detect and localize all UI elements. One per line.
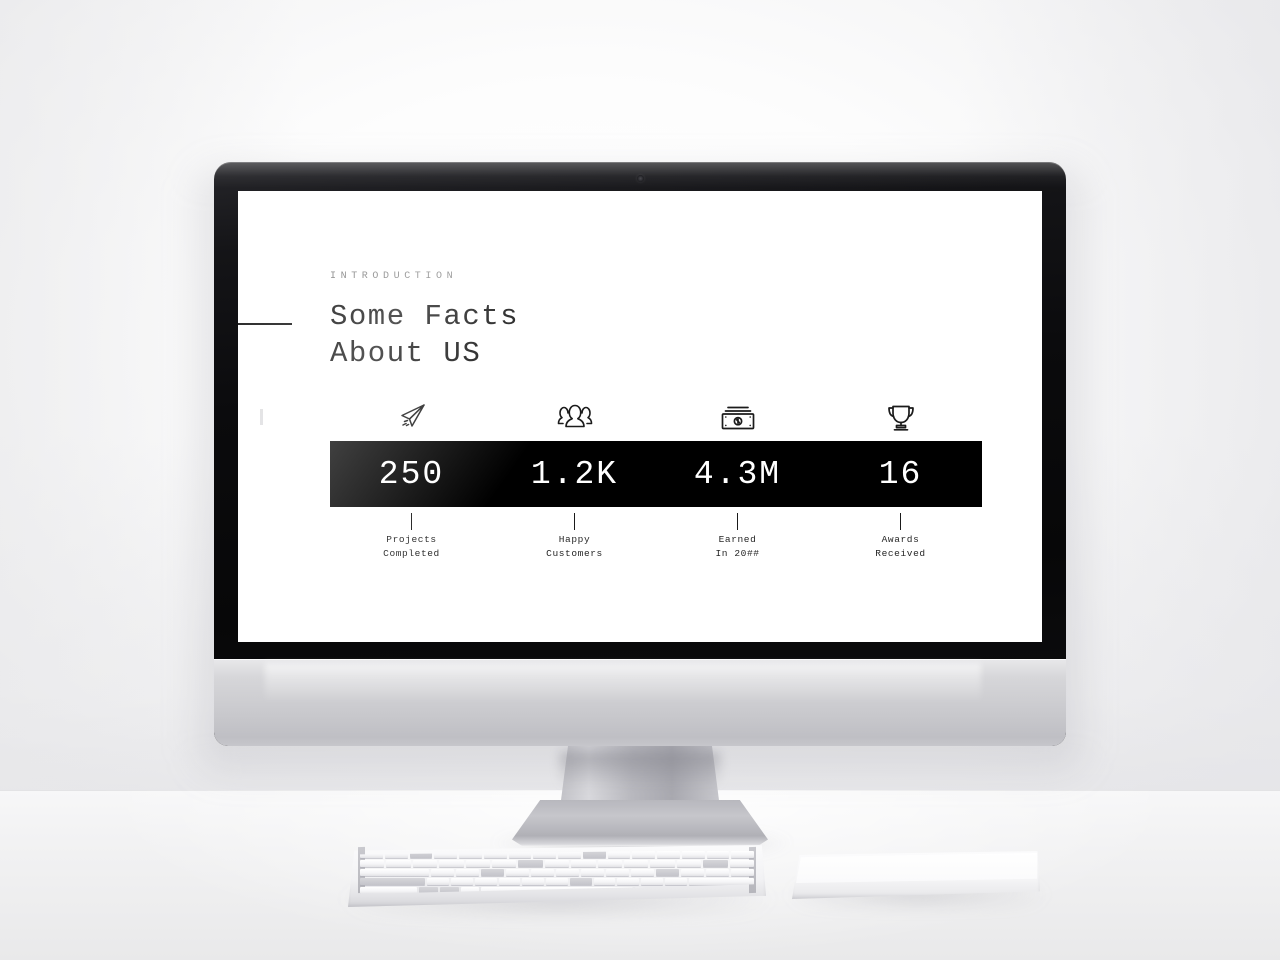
keyboard-key[interactable] (607, 851, 631, 858)
keyboard-key[interactable] (597, 860, 623, 867)
tick-mark (900, 513, 901, 530)
stat-tick-cell (493, 507, 656, 533)
keyboard-key[interactable] (657, 851, 680, 858)
stat-icon-row (330, 391, 982, 433)
stat-value: 1.2K (530, 455, 619, 493)
stat-value: 16 (878, 455, 923, 493)
tick-mark (574, 513, 575, 530)
keyboard-key[interactable] (681, 869, 704, 876)
people-group-icon (557, 401, 593, 433)
stat-label: Earned In 20## (715, 534, 760, 559)
keyboard-key[interactable] (703, 860, 728, 867)
keyboard-key[interactable] (451, 878, 473, 885)
keyboard-key[interactable] (360, 869, 429, 876)
keyboard-key[interactable] (617, 878, 640, 885)
keyboard-key[interactable] (569, 878, 592, 885)
trackpad-surface (796, 853, 1037, 883)
stat-icon-cell (493, 401, 656, 433)
trophy-icon (884, 401, 918, 433)
keyboard-key[interactable] (544, 860, 570, 867)
keyboard-key[interactable] (456, 869, 479, 876)
keyboard-key[interactable] (731, 869, 754, 876)
slide-kicker: INTRODUCTION (330, 271, 458, 282)
keyboard-key[interactable] (631, 869, 654, 876)
keyboard-key[interactable] (518, 860, 543, 867)
keyboard-key[interactable] (431, 869, 454, 876)
keyboard-key[interactable] (556, 869, 579, 876)
keyboard-key[interactable] (641, 878, 663, 885)
tick-mark (737, 513, 738, 530)
keyboard-key[interactable] (664, 878, 687, 885)
keyboard-key[interactable] (632, 851, 655, 858)
stat-label: Projects Completed (383, 534, 440, 559)
stats-block: 250 1.2K 4.3M 16 Projects Completed Happ… (330, 391, 982, 561)
stats-bar: 250 1.2K 4.3M 16 (330, 441, 982, 507)
chin-sheen (265, 663, 981, 703)
keyboard[interactable] (342, 845, 774, 915)
presentation-slide: INTRODUCTION Some Facts About US 250 1.2… (238, 191, 1042, 642)
page-title: Some Facts About US (330, 300, 520, 370)
stat-icon-cell (819, 401, 982, 433)
stat-tick-cell (656, 507, 819, 533)
stat-icon-cell (330, 401, 493, 433)
monitor-bezel: INTRODUCTION Some Facts About US 250 1.2… (214, 162, 1066, 746)
trackpad-body (792, 851, 1040, 899)
keyboard-key[interactable] (706, 851, 730, 858)
keyboard-key[interactable] (581, 869, 604, 876)
keyboard-key[interactable] (360, 878, 426, 885)
keyboard-key[interactable] (412, 860, 438, 867)
monitor-chin (214, 659, 1066, 746)
keyboard-key[interactable] (656, 869, 679, 876)
accent-rule (238, 323, 292, 325)
keyboard-key[interactable] (593, 878, 616, 885)
keyboard-key[interactable] (571, 860, 596, 867)
keyboard-key[interactable] (624, 860, 649, 867)
stat-value: 4.3M (693, 455, 782, 493)
keyboard-key[interactable] (474, 878, 497, 885)
keyboard-row (360, 860, 754, 867)
keyboard-key[interactable] (481, 869, 504, 876)
screen[interactable]: INTRODUCTION Some Facts About US 250 1.2… (238, 191, 1042, 642)
keyboard-key[interactable] (731, 851, 754, 858)
stat-value: 250 (378, 455, 445, 493)
stat-icon-cell (656, 401, 819, 433)
webcam-icon (636, 175, 644, 182)
monitor-stand-base (512, 800, 768, 846)
keyboard-key[interactable] (492, 860, 517, 867)
trackpad[interactable] (786, 851, 1048, 907)
keyboard-key[interactable] (681, 851, 705, 858)
banknotes-icon (719, 401, 757, 433)
stat-label: Awards Received (875, 534, 926, 559)
stat-tick-cell (330, 507, 493, 533)
stat-tick-cell (819, 507, 982, 533)
stat-label-row: Projects Completed Happy Customers Earne… (330, 533, 982, 561)
keyboard-key[interactable] (650, 860, 675, 867)
keyboard-key[interactable] (706, 869, 729, 876)
keyboard-row (360, 869, 754, 876)
paper-plane-icon (395, 401, 429, 433)
monitor: INTRODUCTION Some Facts About US 250 1.2… (198, 162, 1082, 770)
keyboard-key[interactable] (582, 851, 606, 858)
keyboard-key[interactable] (606, 869, 629, 876)
keyboard-key[interactable] (498, 878, 521, 885)
keyboard-key[interactable] (729, 860, 754, 867)
keyboard-key[interactable] (676, 860, 702, 867)
keyboard-key[interactable] (465, 860, 491, 867)
keyboard-key[interactable] (386, 860, 411, 867)
keyboard-key[interactable] (522, 878, 545, 885)
keyboard-key[interactable] (531, 869, 554, 876)
keyboard-key[interactable] (360, 860, 385, 867)
keyboard-key[interactable] (688, 878, 754, 885)
keyboard-key[interactable] (546, 878, 568, 885)
keyboard-row (360, 878, 754, 885)
keyboard-key[interactable] (427, 878, 450, 885)
tick-mark (411, 513, 412, 530)
keyboard-key[interactable] (439, 860, 464, 867)
stat-label: Happy Customers (546, 534, 603, 559)
screen-artifact (260, 409, 263, 425)
stat-tick-row (330, 507, 982, 533)
keyboard-key[interactable] (506, 869, 529, 876)
